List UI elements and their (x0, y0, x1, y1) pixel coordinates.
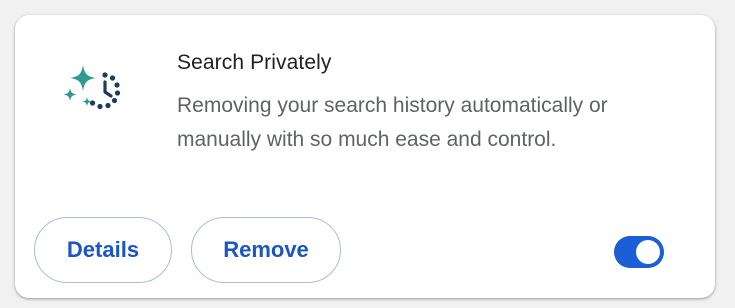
details-button[interactable]: Details (34, 217, 172, 283)
extension-card: Search Privately Removing your search hi… (15, 15, 715, 298)
toggle-knob (636, 240, 660, 264)
sparkle-clock-icon (59, 59, 129, 129)
extension-description: Removing your search history automatical… (177, 94, 608, 151)
enable-toggle[interactable] (614, 236, 664, 268)
remove-button[interactable]: Remove (191, 217, 341, 283)
extension-title: Search Privately (177, 51, 332, 74)
